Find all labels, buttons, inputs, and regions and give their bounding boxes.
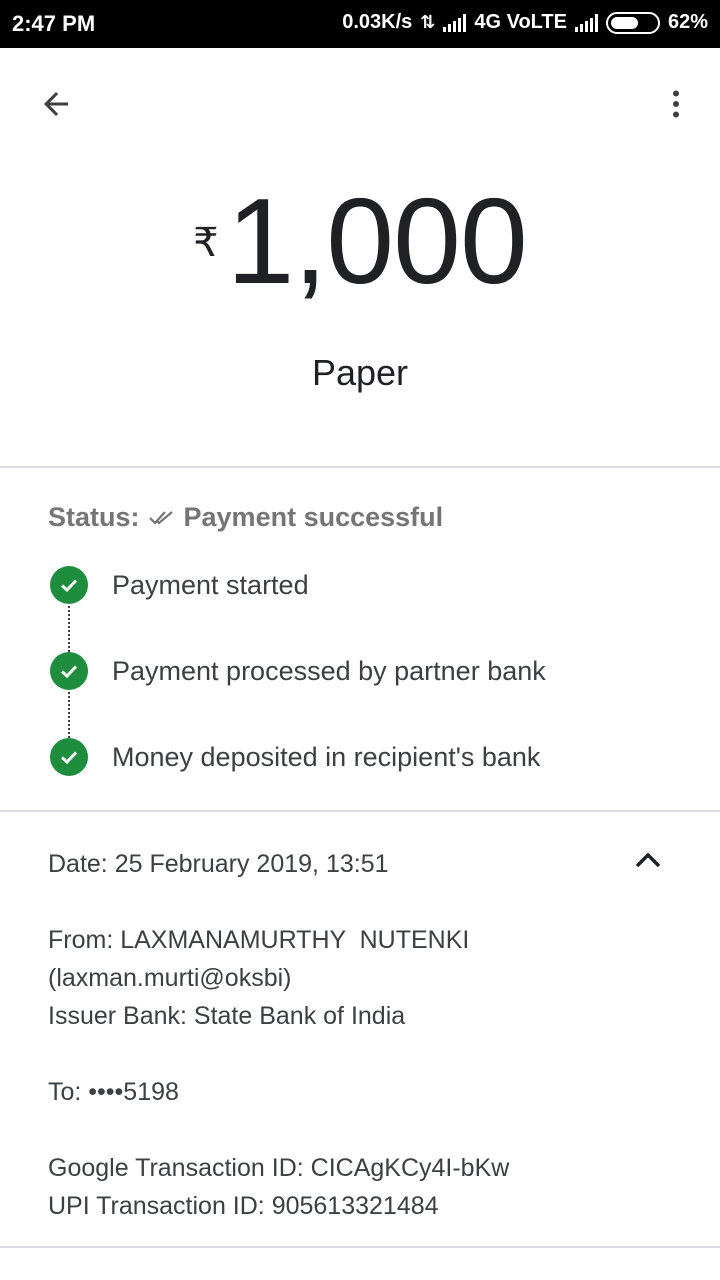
status-label: Status:	[48, 502, 140, 532]
more-vert-icon	[673, 90, 679, 118]
step-label: Payment processed by partner bank	[112, 656, 546, 686]
recipient-account: To: ••••5198	[48, 1078, 179, 1106]
back-button[interactable]	[30, 78, 82, 130]
arrow-back-icon	[44, 92, 68, 116]
network-type: 4G VoLTE	[474, 11, 567, 33]
network-speed: 0.03K/s	[342, 11, 413, 33]
data-transfer-icon: ⇅	[420, 12, 436, 32]
app-bar	[0, 48, 720, 160]
sender-upi-id: (laxman.murti@oksbi)	[48, 964, 292, 992]
check-circle-icon	[50, 652, 88, 690]
amount-value: 1,000	[226, 173, 528, 309]
divider	[0, 1246, 720, 1248]
timeline-step: Payment processed by partner bank	[48, 652, 688, 738]
status-value: Payment successful	[183, 502, 444, 532]
transaction-date: Date: 25 February 2019, 13:51	[48, 850, 389, 878]
step-label: Payment started	[112, 570, 309, 600]
transaction-details: Date: 25 February 2019, 13:51 From: LAXM…	[48, 845, 688, 1225]
status-icons: 0.03K/s ⇅ 4G VoLTE 62%	[342, 11, 708, 34]
status-bar: 2:47 PM 0.03K/s ⇅ 4G VoLTE 62%	[0, 0, 720, 48]
double-check-icon	[148, 510, 173, 525]
payment-note: Paper	[311, 352, 409, 393]
status-time: 2:47 PM	[12, 11, 96, 36]
signal-icon	[443, 13, 467, 32]
payment-amount: ₹ 1,000	[0, 180, 720, 310]
check-circle-icon	[50, 566, 88, 604]
status-timeline: Payment started Payment processed by par…	[48, 566, 688, 824]
signal-icon-2	[574, 13, 598, 32]
battery-percent: 62%	[667, 11, 708, 33]
google-transaction-id[interactable]: Google Transaction ID: CICAgKCy4I-bKw	[48, 1149, 688, 1187]
timeline-connector	[68, 692, 70, 738]
divider	[0, 810, 720, 812]
check-circle-icon	[50, 738, 88, 776]
sender-name: From: LAXMANAMURTHY NUTENKI	[48, 926, 470, 954]
timeline-connector	[68, 606, 70, 652]
step-label: Money deposited in recipient's bank	[112, 742, 541, 772]
battery-icon	[605, 11, 660, 34]
more-options-button[interactable]	[650, 78, 702, 130]
upi-transaction-id[interactable]: UPI Transaction ID: 905613321484	[48, 1187, 688, 1225]
payment-status: Status: Payment successful	[48, 502, 443, 533]
divider	[0, 466, 720, 468]
timeline-step: Payment started	[48, 566, 688, 652]
currency-symbol: ₹	[193, 221, 219, 265]
issuer-bank: Issuer Bank: State Bank of India	[48, 1002, 406, 1030]
